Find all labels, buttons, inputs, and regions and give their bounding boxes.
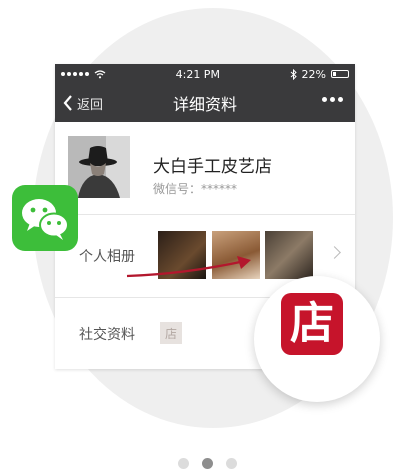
wifi-icon (94, 69, 106, 78)
wechat-id-label: 微信号： (153, 182, 202, 196)
album-photo[interactable] (265, 231, 313, 279)
store-app-icon[interactable]: 店 (281, 293, 343, 355)
back-label: 返回 (77, 97, 104, 113)
status-bar: 4:21 PM 22% (55, 64, 355, 84)
page-indicator (0, 458, 414, 469)
battery-icon (331, 70, 349, 78)
bluetooth-icon (290, 68, 297, 80)
store-chip-icon[interactable]: 店 (160, 322, 182, 344)
page-title: 详细资料 (172, 95, 237, 114)
more-options-icon[interactable] (322, 97, 343, 102)
store-icon-text: 店 (290, 298, 334, 349)
page-dot[interactable] (177, 458, 189, 469)
navigation-bar: 返回 详细资料 (55, 84, 355, 122)
chevron-left-icon (63, 95, 72, 111)
signal-icon (61, 72, 89, 76)
status-time: 4:21 PM (175, 67, 220, 81)
arrow-icon (126, 256, 251, 278)
page-dot[interactable] (201, 458, 213, 469)
page-dot[interactable] (225, 458, 237, 469)
wechat-icon (22, 199, 69, 240)
wechat-id: 微信号：****** (153, 180, 237, 197)
profile-header[interactable]: 大白手工皮艺店 微信号：****** (55, 122, 355, 215)
wechat-id-value: ****** (201, 182, 238, 196)
battery-percent: 22% (301, 67, 326, 81)
profile-name: 大白手工皮艺店 (153, 157, 272, 177)
social-label: 社交资料 (79, 327, 135, 343)
back-button[interactable]: 返回 (63, 84, 103, 122)
store-chip-text: 店 (164, 326, 177, 341)
chevron-right-icon (328, 246, 341, 259)
wechat-app-icon[interactable] (12, 185, 78, 251)
